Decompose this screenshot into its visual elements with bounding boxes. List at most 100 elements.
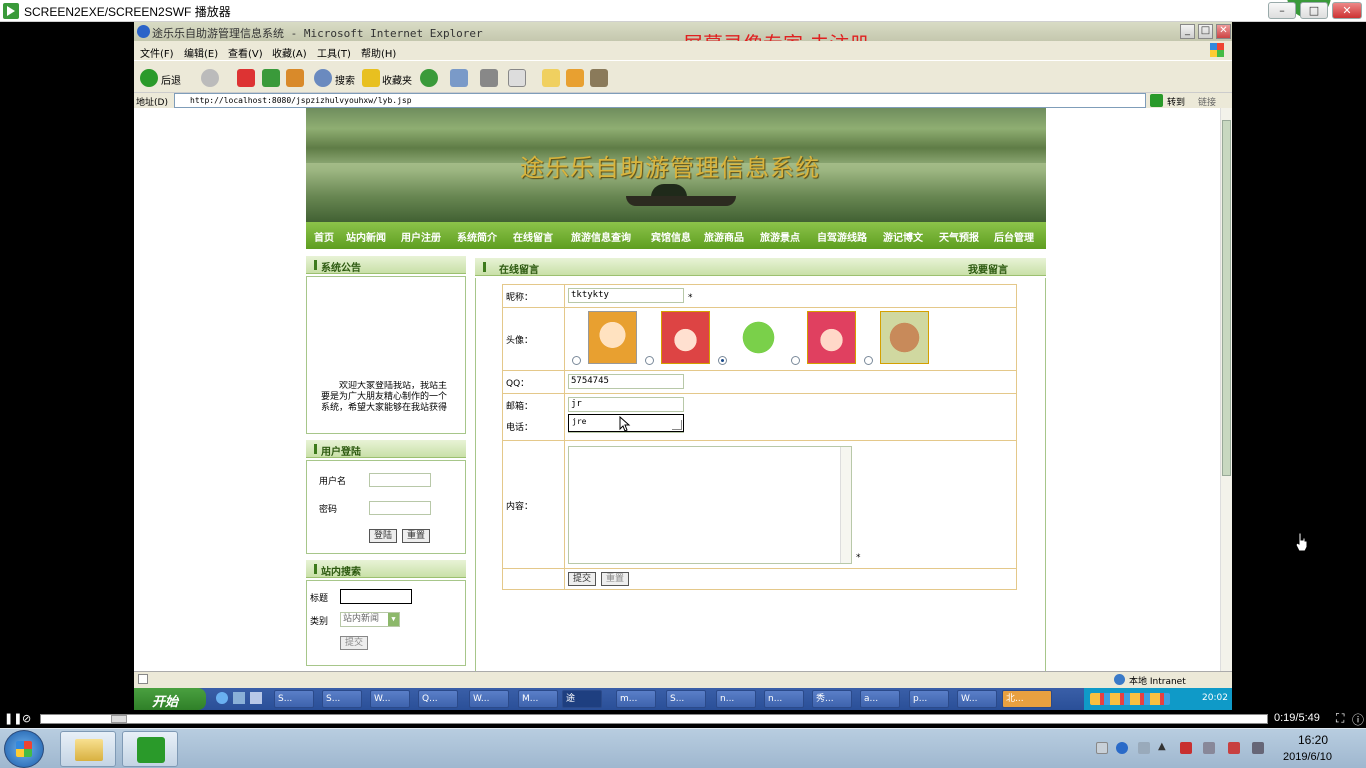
menu-help[interactable]: 帮助(H) [361,45,396,60]
taskbar-item-2[interactable]: S... [322,690,362,708]
taskbar-item-9[interactable]: S... [666,690,706,708]
nav-register[interactable]: 用户注册 [401,229,441,244]
search-title-input[interactable] [340,589,412,604]
qq-input[interactable]: 5754745 [568,374,684,389]
player-minimize-button[interactable]: – [1268,2,1296,19]
security-icon[interactable] [1180,742,1192,754]
refresh-icon[interactable] [262,69,280,87]
username-input[interactable] [369,473,431,487]
back-arrow-icon[interactable] [140,69,158,87]
seek-knob[interactable] [111,715,127,723]
taskbar-item-15[interactable]: W... [957,690,997,708]
win7-start-orb[interactable] [4,730,44,768]
ie-close-button[interactable]: ✕ [1216,24,1231,39]
seek-bar[interactable] [40,714,1268,724]
nav-guestbook[interactable]: 在线留言 [513,229,553,244]
avatar-radio-3[interactable] [718,356,727,365]
fullscreen-icon[interactable]: ⛶ [1336,711,1344,726]
avatar-radio-1[interactable] [572,356,581,365]
pause-icon[interactable]: ❚❚ [4,712,22,725]
win7-clock-time[interactable]: 16:20 [1298,733,1328,747]
back-label[interactable]: 后退 [161,72,181,87]
password-input[interactable] [369,501,431,515]
nav-home[interactable]: 首页 [314,229,334,244]
help-icon[interactable] [1116,742,1128,754]
nav-products[interactable]: 旅游商品 [704,229,744,244]
info-icon[interactable]: ⓘ [1352,711,1364,728]
scrollbar-thumb[interactable] [1222,120,1231,476]
menu-tools[interactable]: 工具(T) [317,45,351,60]
taskbar-item-10[interactable]: n... [716,690,756,708]
search-icon[interactable] [314,69,332,87]
forward-arrow-icon[interactable] [201,69,219,87]
menu-edit[interactable]: 编辑(E) [184,45,218,60]
resize-grip-icon[interactable] [672,420,682,430]
quicklaunch-desktop-icon[interactable] [233,692,245,704]
guestbook-reset-button[interactable]: 重置 [601,572,629,586]
taskbar-item-active[interactable]: 途 [562,690,602,708]
pin-icon[interactable] [1138,742,1150,754]
search-label[interactable]: 搜索 [335,72,355,87]
menu-favorites[interactable]: 收藏(A) [272,45,307,60]
avatar-image-2[interactable] [661,311,710,364]
page-vertical-scrollbar[interactable] [1220,108,1232,671]
research-icon[interactable] [590,69,608,87]
nav-news[interactable]: 站内新闻 [346,229,386,244]
avatar-image-4[interactable] [807,311,856,364]
keyboard-icon[interactable] [1096,742,1108,754]
go-arrow-icon[interactable] [1150,94,1163,107]
messenger-icon[interactable] [566,69,584,87]
nav-admin[interactable]: 后台管理 [994,229,1034,244]
nav-weather[interactable]: 天气预报 [939,229,979,244]
taskbar-item-14[interactable]: p... [909,690,949,708]
menu-view[interactable]: 查看(V) [228,45,263,60]
menu-file[interactable]: 文件(F) [140,45,174,60]
content-textarea[interactable] [568,446,852,564]
folder-icon[interactable] [542,69,560,87]
taskbar-explorer[interactable] [60,731,116,767]
quicklaunch-ie-icon[interactable] [216,692,228,704]
player-maximize-button[interactable]: □ [1300,2,1328,19]
tray-expand-icon[interactable]: ▲ [1158,741,1166,752]
favorites-label[interactable]: 收藏夹 [382,72,412,87]
nav-blog[interactable]: 游记博文 [883,229,923,244]
tray-icons[interactable] [1090,693,1170,705]
nav-hotels[interactable]: 宾馆信息 [651,229,691,244]
ie-maximize-button[interactable]: □ [1198,24,1213,39]
avatar-radio-5[interactable] [864,356,873,365]
login-reset-button[interactable]: 重置 [402,529,430,543]
nav-travel-info[interactable]: 旅游信息查询 [571,229,631,244]
ie-minimize-button[interactable]: _ [1180,24,1195,39]
nav-attractions[interactable]: 旅游景点 [760,229,800,244]
signal-icon[interactable] [1252,742,1264,754]
taskbar-item-16[interactable]: 北... [1002,690,1052,708]
win7-clock-date[interactable]: 2019/6/10 [1283,751,1332,763]
avatar-image-3[interactable] [734,311,783,364]
taskbar-item-6[interactable]: M... [518,690,558,708]
my-message-link[interactable]: 我要留言 [968,261,1008,276]
address-input[interactable]: http://localhost:8080/jspzizhulvyouhxw/l… [174,93,1146,108]
taskbar-item-4[interactable]: Q... [418,690,458,708]
taskbar-item-5[interactable]: W... [469,690,509,708]
email-input[interactable]: jr [568,397,684,412]
xp-start-button[interactable]: 开始 [134,688,206,710]
autocomplete-item[interactable]: jre [572,417,586,426]
avatar-radio-2[interactable] [645,356,654,365]
avatar-radio-4[interactable] [791,356,800,365]
taskbar-item-12[interactable]: 秀... [812,690,852,708]
textarea-scrollbar[interactable] [840,447,851,563]
search-category-select[interactable]: 站内新闻 ▼ [340,612,400,627]
edit-icon[interactable] [508,69,526,87]
taskbar-item-8[interactable]: m... [616,690,656,708]
avatar-image-1[interactable] [588,311,637,364]
login-button[interactable]: 登陆 [369,529,397,543]
go-button[interactable]: 转到 [1167,95,1185,108]
links-label[interactable]: 链接 [1198,95,1216,108]
guestbook-submit-button[interactable]: 提交 [568,572,596,586]
player-close-button[interactable]: ✕ [1332,2,1362,19]
network-icon[interactable] [1228,742,1240,754]
nav-routes[interactable]: 自驾游线路 [817,229,867,244]
search-submit-button[interactable]: 提交 [340,636,368,650]
stop-icon[interactable] [237,69,255,87]
taskbar-item-13[interactable]: a... [860,690,900,708]
